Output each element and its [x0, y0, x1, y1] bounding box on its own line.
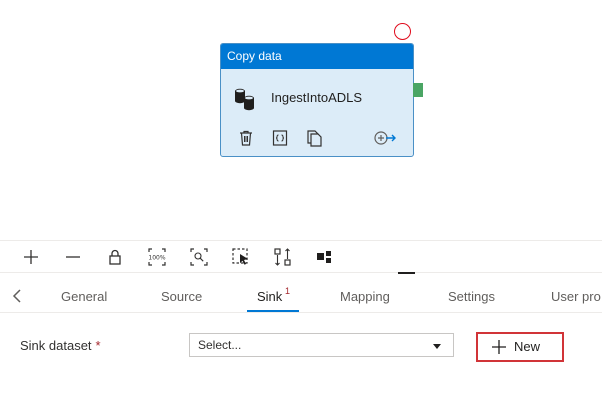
tab-mapping[interactable]: Mapping — [340, 289, 390, 304]
tab-general[interactable]: General — [61, 289, 107, 304]
zoom-fit-icon[interactable] — [190, 248, 208, 266]
plus-icon — [492, 340, 506, 354]
copy-data-activity[interactable]: Copy data IngestIntoADLS — [220, 43, 423, 157]
output-port[interactable] — [413, 83, 423, 97]
layout-icon[interactable] — [316, 248, 334, 266]
tab-sink[interactable]: Sink — [257, 289, 282, 304]
svg-text:100%: 100% — [148, 255, 165, 262]
new-button-label: New — [514, 339, 541, 354]
remove-icon[interactable] — [64, 248, 82, 266]
error-indicator[interactable] — [394, 23, 411, 40]
sink-dataset-select-value: Select... — [198, 338, 242, 352]
required-marker: * — [95, 338, 101, 353]
chevron-left-icon[interactable] — [10, 288, 24, 304]
zoom-100-icon[interactable]: 100% — [148, 248, 166, 266]
copy-icon[interactable] — [305, 129, 323, 147]
code-icon[interactable] — [271, 129, 289, 147]
activity-type-label: Copy data — [221, 44, 413, 69]
select-icon[interactable] — [232, 248, 250, 266]
caret-down-icon — [433, 344, 441, 349]
new-dataset-button[interactable]: New — [476, 332, 564, 362]
properties-tabs: General Source Sink 1 Mapping Settings U… — [0, 280, 602, 313]
sink-dataset-label: Sink dataset * — [20, 338, 101, 353]
toolbar-divider — [0, 272, 602, 273]
tabs-divider — [0, 312, 602, 313]
splitter-handle[interactable] — [398, 272, 415, 274]
database-icon — [235, 88, 254, 111]
canvas-toolbar: 100% — [0, 241, 602, 272]
tab-source[interactable]: Source — [161, 289, 202, 304]
activity-name: IngestIntoADLS — [271, 90, 363, 105]
delete-icon[interactable] — [237, 129, 255, 147]
add-output-icon[interactable] — [373, 129, 397, 147]
sink-dataset-select[interactable]: Select... — [189, 333, 454, 357]
auto-align-icon[interactable] — [274, 248, 292, 266]
sink-error-badge: 1 — [285, 286, 291, 296]
tab-user-properties[interactable]: User pro — [551, 289, 601, 304]
activity-body: IngestIntoADLS — [221, 69, 413, 157]
sink-dataset-label-text: Sink dataset — [20, 338, 92, 353]
add-icon[interactable] — [22, 248, 40, 266]
tab-settings[interactable]: Settings — [448, 289, 495, 304]
lock-icon[interactable] — [106, 248, 124, 266]
pipeline-canvas[interactable]: Copy data IngestIntoADLS — [0, 0, 602, 240]
